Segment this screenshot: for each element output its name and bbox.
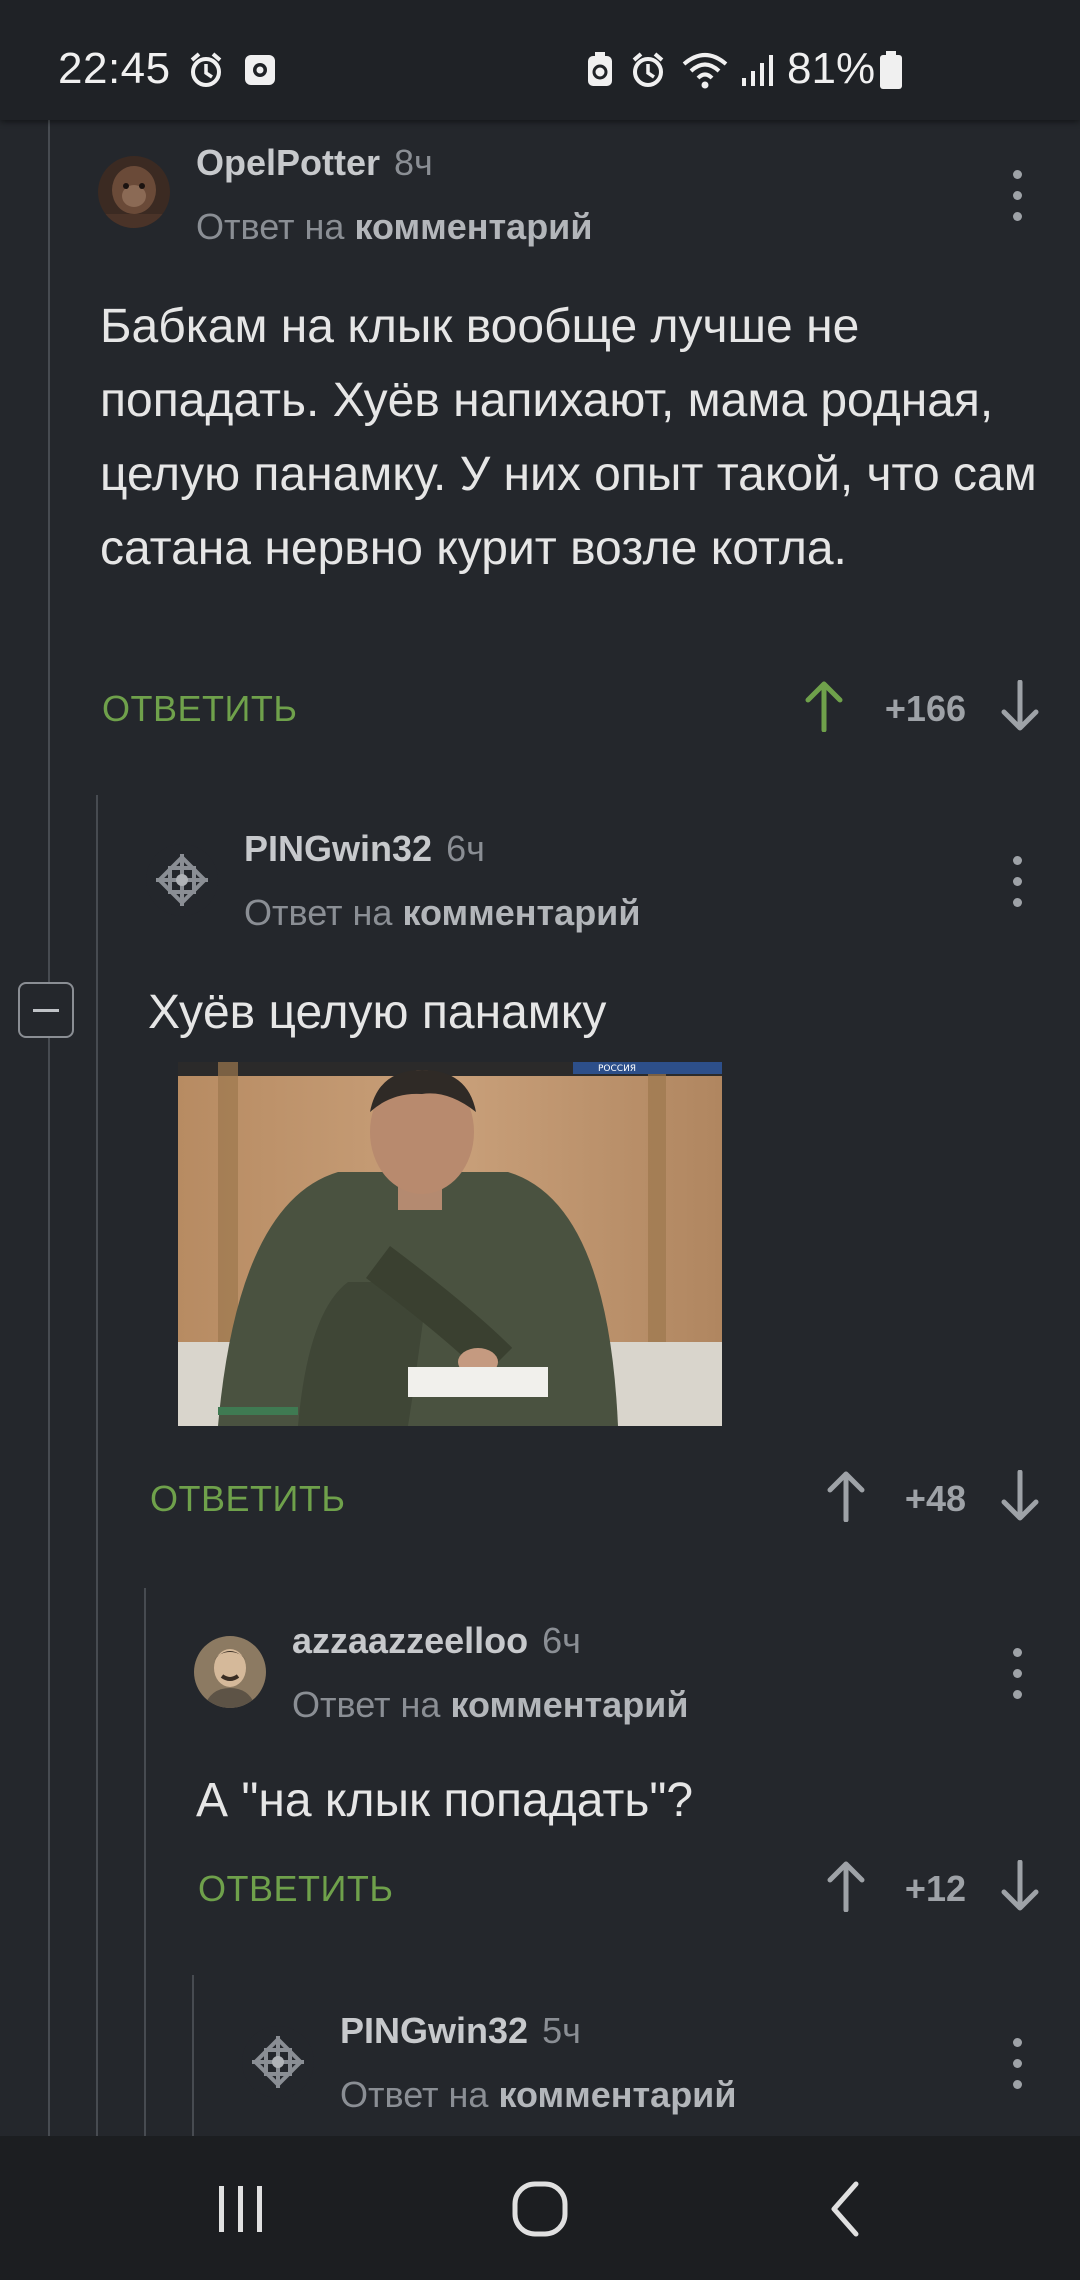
recycle-icon bbox=[580, 50, 620, 90]
signal-icon bbox=[738, 50, 778, 90]
back-icon[interactable] bbox=[812, 2174, 882, 2244]
wifi-icon bbox=[680, 50, 730, 90]
comment-text: Хуёв целую панамку bbox=[148, 986, 607, 1039]
username[interactable]: OpelPotter bbox=[196, 142, 380, 183]
more-options-icon[interactable] bbox=[1005, 1648, 1029, 1708]
alarm-icon bbox=[628, 50, 668, 90]
vote-score: +166 bbox=[884, 688, 966, 729]
upvote-icon[interactable] bbox=[826, 1860, 866, 1913]
reply-button[interactable]: ОТВЕТИТЬ bbox=[102, 688, 298, 730]
thread-line bbox=[192, 1975, 194, 2136]
reply-prefix: Ответ на bbox=[244, 892, 393, 933]
comment-time: 8ч bbox=[394, 142, 433, 183]
comment-author[interactable]: PINGwin32 6ч bbox=[244, 828, 485, 870]
reply-target[interactable]: комментарий bbox=[498, 2074, 736, 2115]
screen-record-icon bbox=[240, 50, 280, 90]
avatar[interactable] bbox=[98, 156, 170, 228]
avatar[interactable] bbox=[146, 844, 218, 916]
status-bar: 22:45 81% bbox=[0, 0, 1080, 120]
reply-prefix: Ответ на bbox=[196, 206, 345, 247]
upvote-icon[interactable] bbox=[804, 680, 844, 733]
collapse-thread-button[interactable] bbox=[18, 982, 74, 1038]
comment-thread[interactable]: OpelPotter 8ч Ответ на комментарий Бабкам… bbox=[0, 120, 1080, 2136]
reply-prefix: Ответ на bbox=[292, 1684, 441, 1725]
reply-button[interactable]: ОТВЕТИТЬ bbox=[150, 1478, 346, 1520]
reply-target[interactable]: комментарий bbox=[354, 206, 592, 247]
username[interactable]: azzaazzeelloo bbox=[292, 1620, 528, 1661]
downvote-icon[interactable] bbox=[1000, 679, 1040, 732]
reply-to-link[interactable]: Ответ на комментарий bbox=[244, 892, 640, 934]
downvote-icon[interactable] bbox=[1000, 1859, 1040, 1912]
more-options-icon[interactable] bbox=[1005, 2038, 1029, 2098]
username[interactable]: PINGwin32 bbox=[244, 828, 432, 869]
vote-score: +12 bbox=[904, 1868, 966, 1909]
comment-time: 6ч bbox=[542, 1620, 581, 1661]
avatar[interactable] bbox=[242, 2026, 314, 2098]
more-options-icon[interactable] bbox=[1005, 856, 1029, 916]
battery-icon bbox=[876, 50, 906, 90]
thread-line bbox=[48, 120, 50, 2136]
reply-to-link[interactable]: Ответ на комментарий bbox=[340, 2074, 736, 2116]
comment-author[interactable]: PINGwin32 5ч bbox=[340, 2010, 581, 2052]
more-options-icon[interactable] bbox=[1005, 170, 1029, 230]
vote-score: +48 bbox=[904, 1478, 966, 1519]
upvote-icon[interactable] bbox=[826, 1470, 866, 1523]
status-time: 22:45 bbox=[58, 44, 171, 93]
battery-percent: 81% bbox=[787, 44, 876, 93]
recent-apps-icon[interactable] bbox=[206, 2174, 276, 2244]
downvote-icon[interactable] bbox=[1000, 1469, 1040, 1522]
reply-to-link[interactable]: Ответ на комментарий bbox=[292, 1684, 688, 1726]
reply-target[interactable]: комментарий bbox=[402, 892, 640, 933]
reply-prefix: Ответ на bbox=[340, 2074, 489, 2115]
comment-text: А "на клык попадать"? bbox=[196, 1774, 694, 1827]
comment-time: 6ч bbox=[446, 828, 485, 869]
reply-button[interactable]: ОТВЕТИТЬ bbox=[198, 1868, 394, 1910]
thread-line bbox=[96, 795, 98, 2136]
comment-author[interactable]: azzaazzeelloo 6ч bbox=[292, 1620, 581, 1662]
avatar[interactable] bbox=[194, 1636, 266, 1708]
channel-logo-text: РОССИЯ bbox=[598, 1064, 636, 1074]
thread-line bbox=[144, 1588, 146, 2136]
comment-author[interactable]: OpelPotter 8ч bbox=[196, 142, 433, 184]
reply-target[interactable]: комментарий bbox=[450, 1684, 688, 1725]
home-icon[interactable] bbox=[505, 2174, 575, 2244]
comment-time: 5ч bbox=[542, 2010, 581, 2051]
username[interactable]: PINGwin32 bbox=[340, 2010, 528, 2051]
reply-to-link[interactable]: Ответ на комментарий bbox=[196, 206, 592, 248]
comment-text: Бабкам на клык вообще лучше не попадать.… bbox=[100, 300, 1037, 575]
navigation-bar bbox=[0, 2136, 1080, 2280]
alarm-icon bbox=[186, 50, 226, 90]
comment-gif-image[interactable]: РОССИЯ bbox=[178, 1062, 722, 1426]
